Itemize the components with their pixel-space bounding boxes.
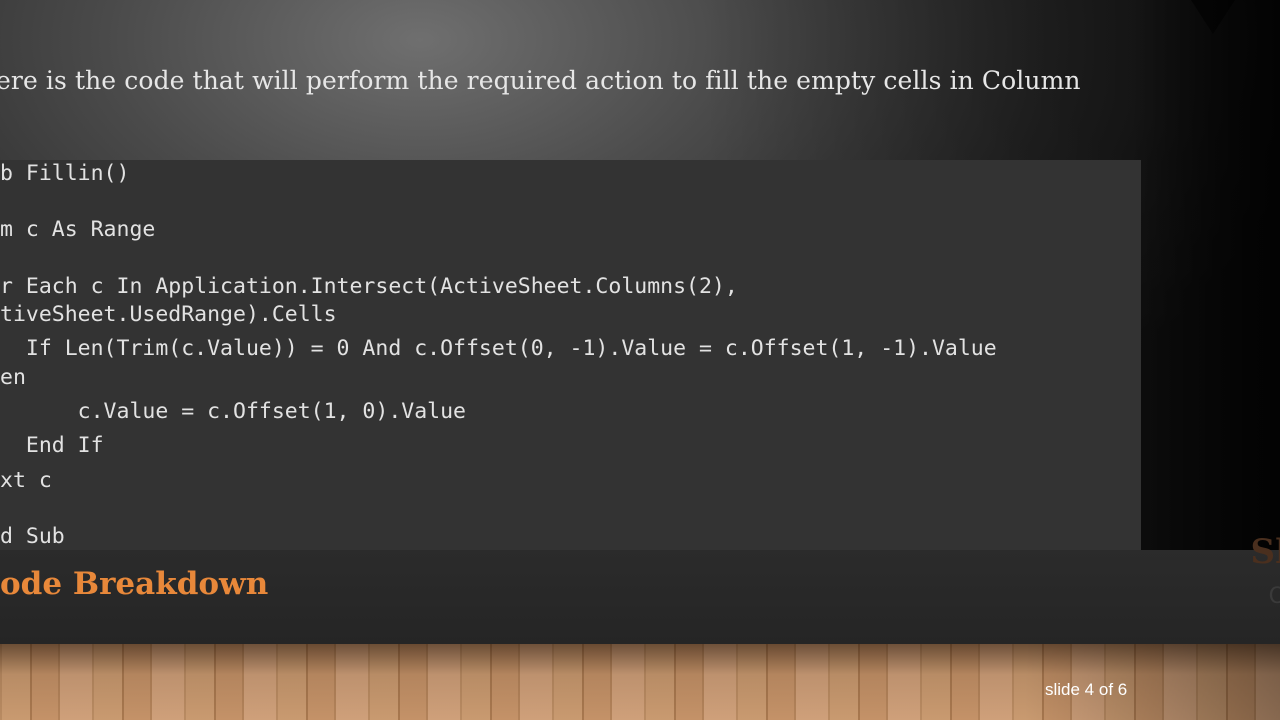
code-line: d Sub	[0, 524, 65, 549]
code-line: m c As Range	[0, 217, 156, 242]
code-line: If Len(Trim(c.Value)) = 0 And c.Offset(0…	[0, 336, 997, 361]
adjacent-slide-subtitle: O	[1268, 584, 1280, 609]
code-line: c.Value = c.Offset(1, 0).Value	[0, 399, 466, 424]
intro-text: ere is the code that will perform the re…	[0, 66, 1081, 95]
presentation-slide: ere is the code that will perform the re…	[0, 0, 1280, 720]
code-line: en	[0, 365, 26, 390]
code-line: xt c	[0, 468, 52, 493]
code-panel: b Fillin() m c As Range r Each c In Appl…	[0, 160, 1141, 550]
slide-title: ode Breakdown	[0, 566, 269, 602]
code-line: r Each c In Application.Intersect(Active…	[0, 274, 738, 299]
code-line: tiveSheet.UsedRange).Cells	[0, 302, 337, 327]
code-line: End If	[0, 433, 104, 458]
adjacent-slide-title: Sl	[1250, 532, 1280, 572]
slide-counter: slide 4 of 6	[1045, 680, 1128, 699]
code-line: b Fillin()	[0, 161, 130, 186]
curtain-notch	[1191, 0, 1235, 34]
